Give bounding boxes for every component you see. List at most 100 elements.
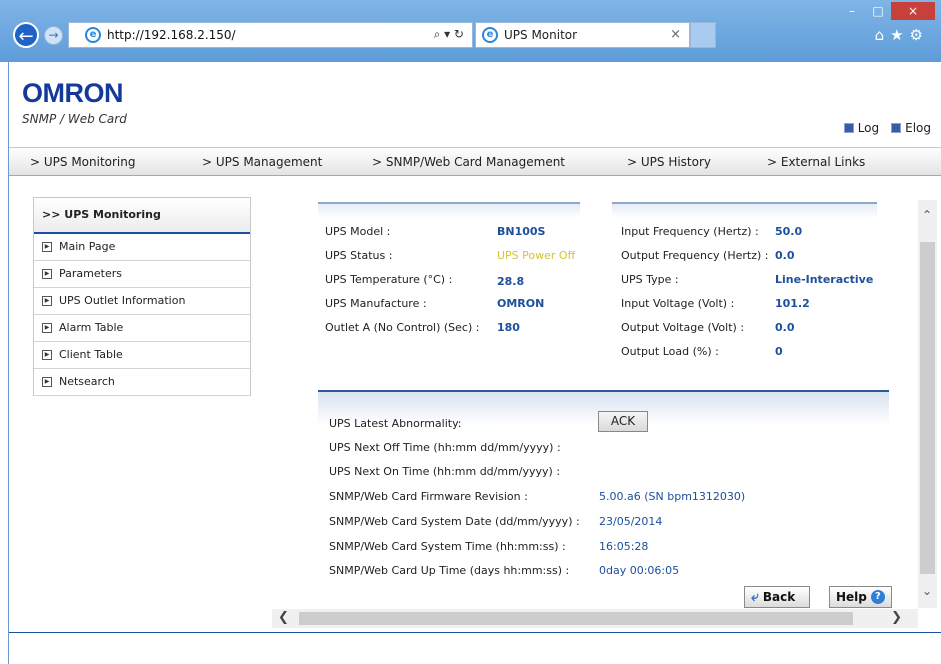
system-date-value: 23/05/2014 <box>599 515 663 528</box>
sidebar-item-parameters[interactable]: ▶ Parameters <box>34 261 250 288</box>
main-menu: > UPS Monitoring > UPS Management > SNMP… <box>9 147 941 176</box>
sidebar-item-label: Main Page <box>59 240 116 253</box>
system-date-label: SNMP/Web Card System Date (dd/mm/yyyy) : <box>329 515 580 528</box>
back-arrow-icon: ⤶ <box>751 589 759 605</box>
menu-external-links[interactable]: > External Links <box>767 155 865 169</box>
square-bullet-icon <box>843 123 854 133</box>
sidebar-item-netsearch[interactable]: ▶ Netsearch <box>34 369 250 396</box>
forward-arrow-icon[interactable]: → <box>44 26 63 45</box>
address-bar[interactable]: e http://192.168.2.150/ ⌕ ▾ ↻ <box>68 22 473 48</box>
browser-tab[interactable]: e UPS Monitor × <box>475 22 690 48</box>
ups-type-label: UPS Type : <box>621 273 679 286</box>
minimize-button[interactable]: – <box>839 2 865 20</box>
system-time-value: 16:05:28 <box>599 540 649 553</box>
help-question-icon: ? <box>870 590 885 604</box>
bullet-icon: ▶ <box>42 377 52 387</box>
back-button-label: Back <box>762 590 796 604</box>
new-tab-button[interactable] <box>690 22 716 48</box>
input-frequency-value: 50.0 <box>775 225 803 238</box>
left-panel-header <box>318 202 580 218</box>
back-arrow-icon[interactable]: ← <box>13 22 39 48</box>
bullet-icon: ▶ <box>42 242 52 252</box>
sidebar-item-main-page[interactable]: ▶ Main Page <box>34 234 250 261</box>
output-load-label: Output Load (%) : <box>621 345 719 358</box>
ups-type-value: Line-Interactive <box>775 273 874 286</box>
next-off-time-label: UPS Next Off Time (hh:mm dd/mm/yyyy) : <box>329 441 561 454</box>
input-frequency-label: Input Frequency (Hertz) : <box>621 225 759 238</box>
omron-logo: OMRON <box>22 78 124 108</box>
scroll-down-icon[interactable]: ⌄ <box>922 584 932 598</box>
menu-ups-monitoring[interactable]: > UPS Monitoring <box>30 155 136 169</box>
output-voltage-value: 0.0 <box>775 321 795 334</box>
square-bullet-icon <box>891 123 902 133</box>
elog-link-label: Elog <box>905 121 931 135</box>
help-button-label: Help <box>836 590 867 604</box>
next-on-time-label: UPS Next On Time (hh:mm dd/mm/yyyy) : <box>329 465 561 478</box>
footer-divider <box>9 632 941 633</box>
scroll-right-icon[interactable]: ❯ <box>891 610 902 625</box>
sidebar-item-label: Parameters <box>59 267 122 280</box>
horizontal-scroll-thumb[interactable] <box>299 612 853 625</box>
input-voltage-value: 101.2 <box>775 297 810 310</box>
up-time-value: 0day 00:06:05 <box>599 564 680 577</box>
ups-status-value: UPS Power Off <box>497 249 576 262</box>
top-links: Log Elog <box>843 121 931 135</box>
ups-temperature-value: 28.8 <box>497 275 525 288</box>
outlet-a-value: 180 <box>497 321 520 334</box>
menu-snmp-web-card-management[interactable]: > SNMP/Web Card Management <box>372 155 565 169</box>
home-favorites-settings-icon[interactable]: ⌂★⚙ <box>875 26 929 44</box>
ups-temperature-label: UPS Temperature (°C) : <box>325 273 453 286</box>
ups-model-value: BN100S <box>497 225 546 238</box>
bullet-icon: ▶ <box>42 323 52 333</box>
search-refresh-icon[interactable]: ⌕ ▾ ↻ <box>434 27 464 42</box>
ack-button[interactable]: ACK <box>598 411 648 432</box>
input-voltage-label: Input Voltage (Volt) : <box>621 297 735 310</box>
right-panel-header <box>612 202 877 218</box>
output-frequency-label: Output Frequency (Hertz) : <box>621 249 769 262</box>
system-time-label: SNMP/Web Card System Time (hh:mm:ss) : <box>329 540 566 553</box>
help-button[interactable]: Help ? <box>829 586 892 608</box>
log-link[interactable]: Log <box>843 121 880 135</box>
firmware-revision-label: SNMP/Web Card Firmware Revision : <box>329 490 528 503</box>
menu-ups-history[interactable]: > UPS History <box>627 155 711 169</box>
log-link-label: Log <box>857 121 880 135</box>
outlet-a-label: Outlet A (No Control) (Sec) : <box>325 321 480 334</box>
scroll-up-icon[interactable]: ⌃ <box>922 208 932 222</box>
maximize-button[interactable]: □ <box>865 2 891 20</box>
output-frequency-value: 0.0 <box>775 249 795 262</box>
latest-abnormality-label: UPS Latest Abnormality: <box>329 417 462 430</box>
sidebar-item-label: Netsearch <box>59 375 115 388</box>
sidebar-item-label: UPS Outlet Information <box>59 294 186 307</box>
ups-status-label: UPS Status : <box>325 249 393 262</box>
ie-icon: e <box>85 27 101 43</box>
elog-link[interactable]: Elog <box>891 121 931 135</box>
sidebar-item-label: Client Table <box>59 348 123 361</box>
vertical-scrollbar[interactable]: ⌃ ⌄ <box>918 200 937 608</box>
sidebar: >> UPS Monitoring ▶ Main Page ▶ Parameters… <box>33 197 251 396</box>
window-controls: – □ × <box>839 2 935 20</box>
ups-manufacture-value: OMRON <box>497 297 545 310</box>
sidebar-item-client-table[interactable]: ▶ Client Table <box>34 342 250 369</box>
bullet-icon: ▶ <box>42 350 52 360</box>
menu-ups-management[interactable]: > UPS Management <box>202 155 322 169</box>
sidebar-item-alarm-table[interactable]: ▶ Alarm Table <box>34 315 250 342</box>
status-content: UPS Model : BN100S UPS Status : UPS Powe… <box>272 190 918 608</box>
page-subtitle: SNMP / Web Card <box>22 112 127 126</box>
address-text[interactable]: http://192.168.2.150/ <box>107 28 236 42</box>
close-window-button[interactable]: × <box>891 2 935 20</box>
browser-titlebar: – □ × ← → e http://192.168.2.150/ ⌕ ▾ ↻ … <box>0 0 941 62</box>
tab-close-icon[interactable]: × <box>670 27 681 42</box>
tab-ie-icon: e <box>482 27 498 43</box>
sidebar-title[interactable]: >> UPS Monitoring <box>34 198 250 234</box>
ups-manufacture-label: UPS Manufacture : <box>325 297 427 310</box>
bullet-icon: ▶ <box>42 296 52 306</box>
tab-title: UPS Monitor <box>504 28 578 42</box>
sidebar-item-ups-outlet-information[interactable]: ▶ UPS Outlet Information <box>34 288 250 315</box>
vertical-scroll-thumb[interactable] <box>920 242 935 574</box>
horizontal-scrollbar[interactable]: ❮ ❯ <box>272 609 918 628</box>
firmware-revision-value: 5.00.a6 (SN bpm1312030) <box>599 490 746 503</box>
scroll-left-icon[interactable]: ❮ <box>278 610 289 625</box>
output-voltage-label: Output Voltage (Volt) : <box>621 321 745 334</box>
sidebar-item-label: Alarm Table <box>59 321 124 334</box>
back-button[interactable]: ⤶ Back <box>744 586 810 608</box>
